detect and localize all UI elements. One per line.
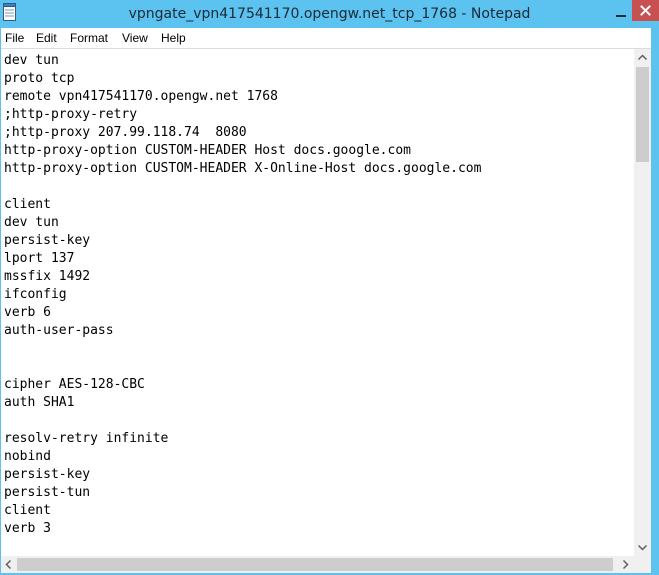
text-editor[interactable]: dev tun proto tcp remote vpn417541170.op… [0, 49, 634, 556]
text-line: nobind [4, 449, 51, 464]
close-icon [640, 5, 651, 16]
text-line: verb 6 [4, 305, 51, 320]
horizontal-scrollbar[interactable] [0, 556, 634, 573]
text-line: mssfix 1492 [4, 269, 91, 284]
horizontal-scroll-thumb[interactable] [17, 558, 613, 571]
text-line: lport 137 [4, 251, 75, 266]
text-line: ifconfig [4, 287, 67, 302]
text-line: client [4, 197, 51, 212]
text-line: client [4, 503, 51, 518]
text-line: http-proxy-option CUSTOM-HEADER X-Online… [4, 161, 482, 176]
text-line: cipher AES-128-CBC [4, 377, 145, 392]
arrow-right-icon [622, 559, 629, 570]
arrow-up-icon [637, 54, 648, 61]
scroll-left-button[interactable] [0, 556, 17, 573]
text-line: proto tcp [4, 71, 75, 86]
text-line: dev tun [4, 215, 59, 230]
vertical-scrollbar[interactable] [634, 49, 651, 556]
minimize-button[interactable] [610, 4, 632, 22]
scroll-down-button[interactable] [634, 539, 651, 556]
text-line: remote vpn417541170.opengw.net 1768 [4, 89, 278, 104]
minimize-icon [616, 15, 626, 17]
menu-help[interactable]: Help [161, 28, 186, 48]
text-line: persist-key [4, 233, 91, 248]
text-line: persist-key [4, 467, 91, 482]
text-line: ;http-proxy 207.99.118.74 8080 [4, 125, 247, 140]
scroll-right-button[interactable] [617, 556, 634, 573]
notepad-window: vpngate_vpn417541170.opengw.net_tcp_1768… [0, 0, 659, 575]
scroll-up-button[interactable] [634, 49, 651, 66]
close-button[interactable] [632, 0, 659, 21]
text-line: verb 3 [4, 521, 51, 536]
text-line: dev tun [4, 53, 59, 68]
text-line: persist-tun [4, 485, 91, 500]
window-frame-left[interactable] [0, 28, 1, 575]
title-bar[interactable]: vpngate_vpn417541170.opengw.net_tcp_1768… [0, 0, 659, 28]
editor-content[interactable]: dev tun proto tcp remote vpn417541170.op… [4, 52, 481, 538]
vertical-scroll-thumb[interactable] [636, 67, 649, 162]
text-line: ;http-proxy-retry [4, 107, 138, 122]
text-line: http-proxy-option CUSTOM-HEADER Host doc… [4, 143, 411, 158]
menu-file[interactable]: File [5, 28, 24, 48]
arrow-down-icon [637, 544, 648, 551]
size-grip[interactable] [634, 556, 651, 573]
text-line: auth-user-pass [4, 323, 114, 338]
menu-bar: File Edit Format View Help [0, 28, 659, 48]
text-line: resolv-retry infinite [4, 431, 169, 446]
window-title: vpngate_vpn417541170.opengw.net_tcp_1768… [128, 6, 531, 22]
window-frame-right[interactable] [651, 28, 659, 575]
menu-view[interactable]: View [122, 28, 148, 48]
menu-format[interactable]: Format [70, 28, 108, 48]
arrow-left-icon [5, 559, 12, 570]
text-line: auth SHA1 [4, 395, 75, 410]
menu-edit[interactable]: Edit [36, 28, 57, 48]
